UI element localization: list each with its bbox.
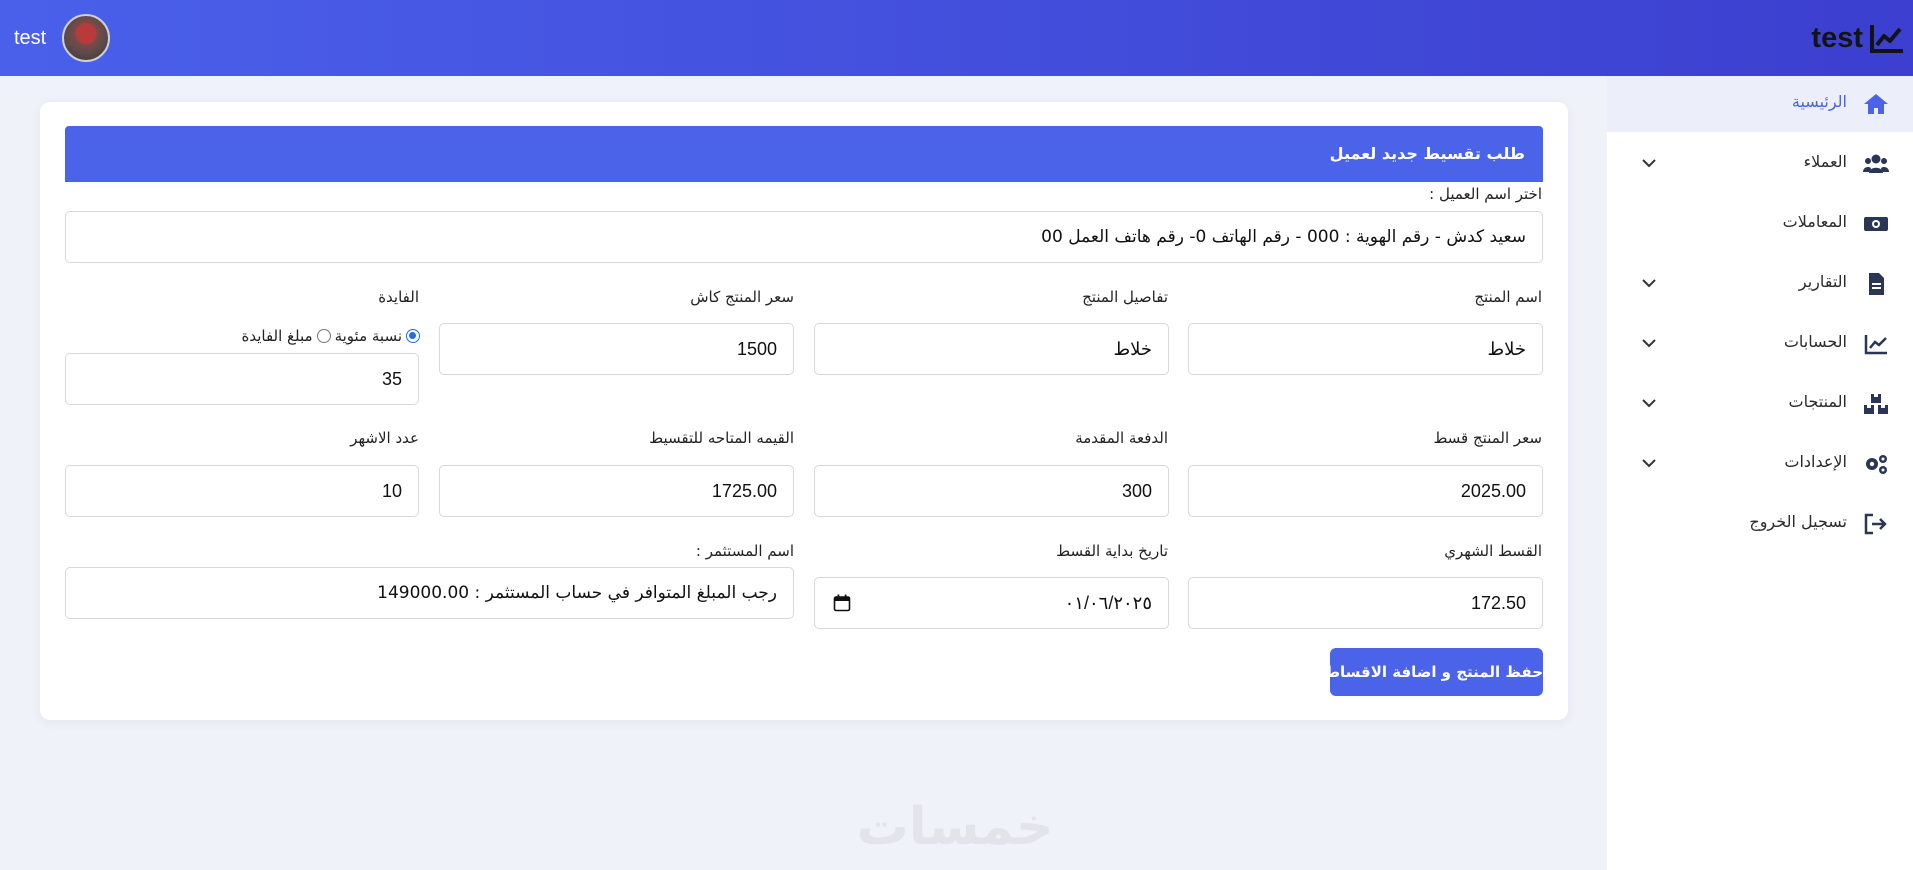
sidebar: الرئيسية العملاء المعاملات التقارير الحس…	[1607, 76, 1913, 870]
user-name: test	[14, 26, 47, 49]
monthly-installment-label: القسط الشهري	[1444, 542, 1542, 560]
avatar[interactable]	[62, 14, 111, 62]
investor-label: اسم المستثمر :	[695, 542, 794, 560]
sidebar-item-settings[interactable]: الإعدادات	[1607, 436, 1913, 492]
months-input[interactable]: 10	[65, 465, 419, 517]
chevron-down-icon[interactable]	[1639, 393, 1659, 413]
money-icon	[1864, 217, 1888, 231]
chevron-down-icon[interactable]	[1639, 333, 1659, 353]
available-value-label: القيمه المتاحه للتقسيط	[649, 429, 794, 447]
installment-price-input[interactable]: 2025.00	[1188, 465, 1543, 517]
chevron-down-icon[interactable]	[1639, 273, 1659, 293]
sidebar-item-label: العملاء	[1803, 152, 1847, 171]
product-name-label: اسم المنتج	[1474, 288, 1542, 306]
profit-type-radios: نسبة مئوية مبلغ الفايدة	[236, 326, 420, 346]
profit-amount-radio[interactable]	[316, 329, 331, 343]
user-menu[interactable]: test	[14, 14, 111, 62]
sidebar-item-label: تسجيل الخروج	[1749, 512, 1847, 531]
line-chart-icon	[1870, 25, 1903, 53]
profit-percent-label: نسبة مئوية	[334, 327, 402, 345]
sidebar-item-clients[interactable]: العملاء	[1607, 136, 1913, 192]
sidebar-item-reports[interactable]: التقارير	[1607, 256, 1913, 312]
watermark-text: خمسات	[856, 797, 1053, 856]
page-title: طلب تقسيط جديد لعميل	[1329, 144, 1525, 163]
save-and-add-installments-button[interactable]: حفظ المنتج و اضافة الاقساط	[1324, 648, 1543, 696]
profit-amount-label: مبلغ الفايدة	[241, 327, 313, 345]
down-payment-input[interactable]: 300	[814, 465, 1169, 517]
sidebar-item-products[interactable]: المنتجات	[1607, 376, 1913, 432]
boxes-icon	[1864, 394, 1888, 414]
product-details-input[interactable]: خلاط	[814, 323, 1169, 375]
brand-logo[interactable]: test	[1811, 18, 1905, 58]
down-payment-label: الدفعة المقدمة	[1075, 429, 1168, 447]
khamsat-watermark: خمسات	[856, 797, 1053, 856]
sidebar-item-label: الإعدادات	[1784, 452, 1847, 471]
client-label: اختر اسم العميل :	[1429, 185, 1542, 203]
sidebar-item-home[interactable]: الرئيسية	[1607, 76, 1913, 132]
brand-name: test	[1811, 21, 1863, 54]
months-label: عدد الاشهر	[350, 429, 419, 447]
sidebar-item-label: المنتجات	[1788, 392, 1848, 411]
chevron-down-icon[interactable]	[1639, 153, 1659, 173]
users-icon	[1863, 154, 1889, 173]
sidebar-item-label: التقارير	[1798, 272, 1847, 291]
sidebar-item-label: الرئيسية	[1791, 92, 1847, 111]
top-bar: test test	[0, 0, 1913, 76]
sidebar-item-label: الحسابات	[1783, 332, 1847, 351]
card-header: طلب تقسيط جديد لعميل	[65, 126, 1543, 182]
installment-price-label: سعر المنتج قسط	[1433, 429, 1542, 447]
chevron-down-icon[interactable]	[1639, 453, 1659, 473]
sidebar-item-accounts[interactable]: الحسابات	[1607, 316, 1913, 372]
start-date-value: ٠١/٠٦/٢٠٢٥	[1064, 593, 1152, 613]
monthly-installment-input[interactable]: 172.50	[1188, 577, 1543, 629]
profit-label: الفايدة	[378, 288, 419, 306]
product-details-label: تفاصيل المنتج	[1082, 288, 1168, 306]
start-date-label: تاريخ بداية القسط	[1056, 542, 1168, 560]
logout-icon	[1864, 513, 1887, 535]
cash-price-input[interactable]: 1500	[439, 323, 794, 375]
home-icon	[1864, 94, 1888, 114]
profit-percent-radio[interactable]	[406, 329, 420, 343]
client-select[interactable]: سعيد كدش - رقم الهوية : 000 - رقم الهاتف…	[65, 211, 1543, 263]
cash-price-label: سعر المنتج كاش	[690, 288, 794, 306]
calendar-icon[interactable]	[833, 594, 851, 612]
investor-select[interactable]: رجب المبلغ المتوافر في حساب المستثمر : 1…	[65, 567, 794, 619]
gears-icon	[1866, 455, 1887, 474]
start-date-input[interactable]: ٠١/٠٦/٢٠٢٥	[814, 577, 1169, 629]
sidebar-item-logout[interactable]: تسجيل الخروج	[1607, 496, 1913, 552]
file-icon	[1869, 273, 1884, 295]
chart-icon	[1864, 335, 1887, 355]
available-value-input[interactable]: 1725.00	[439, 465, 794, 517]
sidebar-item-label: المعاملات	[1782, 212, 1847, 231]
sidebar-item-transactions[interactable]: المعاملات	[1607, 196, 1913, 252]
profit-input[interactable]: 35	[65, 353, 419, 405]
product-name-input[interactable]: خلاط	[1188, 323, 1543, 375]
